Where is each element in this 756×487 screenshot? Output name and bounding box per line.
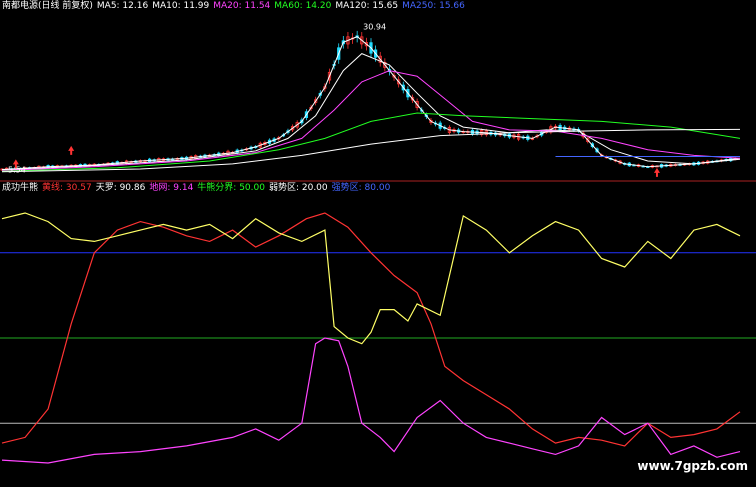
stock-chart: 30.94 5.54	[0, 23, 756, 464]
price-annotations: 30.94 5.54	[8, 23, 660, 177]
indicator-lines	[0, 212, 756, 464]
price-low-label: 5.54	[8, 165, 26, 174]
indicator-line-0	[1, 212, 741, 447]
price-candles	[0, 30, 737, 172]
price-high-label: 30.94	[363, 23, 386, 32]
buy-arrow-icon	[68, 145, 75, 155]
watermark: www.7gpzb.com	[637, 459, 748, 473]
indicator-line-2	[1, 337, 741, 464]
buy-arrow-icon	[653, 167, 660, 177]
price-lines	[1, 36, 741, 173]
indicator-line-1	[1, 212, 741, 345]
ma-line-ma10	[1, 53, 741, 171]
